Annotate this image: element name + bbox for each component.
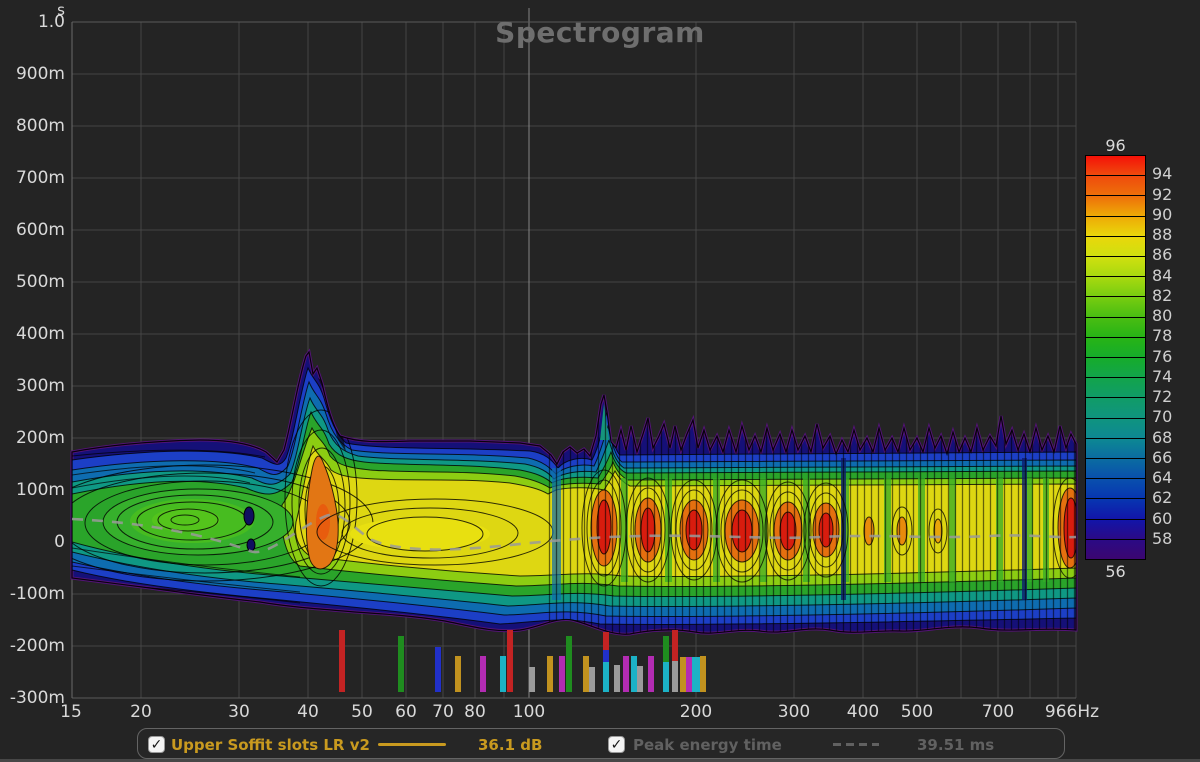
legend-1-swatch [378,729,446,760]
colorbar-segment [1086,297,1145,317]
colorbar-segment [1086,479,1145,499]
x-tick-20: 20 [130,703,152,721]
legend-1-value: 36.1 dB [478,736,542,754]
colorbar-label-70: 70 [1152,408,1172,426]
colorbar-label-58: 58 [1152,530,1172,548]
dashed-line-swatch-icon [833,743,879,747]
colorbar-label-68: 68 [1152,429,1172,447]
page-title: Spectrogram [0,16,1200,49]
colorbar-label-72: 72 [1152,388,1172,406]
y-tick-0: 0 [0,533,65,551]
colorbar-label-64: 64 [1152,469,1172,487]
x-tick-40: 40 [297,703,319,721]
colorbar-segment [1086,176,1145,196]
x-tick-200: 200 [680,703,712,721]
colorbar-label-62: 62 [1152,489,1172,507]
colorbar-segment [1086,318,1145,338]
legend-2-value-wrap: 39.51 ms [917,729,994,760]
colorbar-segment [1086,398,1145,418]
colorbar-segment [1086,378,1145,398]
legend-2-value: 39.51 ms [917,736,994,754]
y-axis: 1.0 900m 800m 700m 600m 500m 400m 300m 200m 100m 0… [0,0,65,762]
colorbar-label-60: 60 [1152,510,1172,528]
x-tick-966Hz: 966Hz [1045,703,1099,721]
legend-bar: ✓ Upper Soffit slots LR v2 36.1 dB ✓ Pea… [137,728,1065,759]
x-tick-500: 500 [901,703,933,721]
y-tick--200m: -200m [0,637,65,655]
colorbar-max-label: 96 [1085,136,1146,155]
x-tick-400: 400 [847,703,879,721]
checkbox-checked-icon[interactable]: ✓ [608,736,625,753]
y-tick-500m: 500m [0,273,65,291]
legend-2-swatch [833,729,879,760]
legend-1-value-wrap: 36.1 dB [478,729,542,760]
x-tick-30: 30 [228,703,250,721]
colorbar-label-76: 76 [1152,348,1172,366]
checkbox-checked-icon[interactable]: ✓ [148,736,165,753]
legend-1-label: Upper Soffit slots LR v2 [171,736,370,754]
y-tick-1.0: 1.0 [0,13,65,31]
x-tick-300: 300 [778,703,810,721]
colorbar-label-86: 86 [1152,246,1172,264]
colorbar-segment [1086,156,1145,176]
colorbar-segment [1086,257,1145,277]
spectrogram-plot[interactable] [0,0,1200,762]
y-tick-600m: 600m [0,221,65,239]
colorbar-segment [1086,540,1145,559]
colorbar-segment [1086,520,1145,540]
colorbar-label-92: 92 [1152,186,1172,204]
y-tick-200m: 200m [0,429,65,447]
legend-2[interactable]: Peak energy time [633,729,782,760]
colorbar-label-94: 94 [1152,165,1172,183]
colorbar-label-66: 66 [1152,449,1172,467]
colorbar-scale-labels: 94 92 90 88 86 84 82 80 78 76 74 72 70 68 66 64 62 60 58 [1152,155,1192,560]
colorbar-segment [1086,217,1145,237]
colorbar-segment [1086,419,1145,439]
colorbar-label-82: 82 [1152,287,1172,305]
x-tick-700: 700 [982,703,1014,721]
legend-2-label: Peak energy time [633,736,782,754]
legend-1-checkbox[interactable]: ✓ [148,729,165,760]
x-tick-70: 70 [432,703,454,721]
colorbar-segment [1086,439,1145,459]
colorbar-segment [1086,459,1145,479]
legend-2-checkbox[interactable]: ✓ [608,729,625,760]
colorbar-label-88: 88 [1152,226,1172,244]
y-tick-700m: 700m [0,169,65,187]
colorbar-min-label: 56 [1085,562,1146,581]
colorbar-segment [1086,277,1145,297]
x-tick-15: 15 [60,703,82,721]
colorbar-label-84: 84 [1152,267,1172,285]
y-tick-100m: 100m [0,481,65,499]
y-tick-300m: 300m [0,377,65,395]
colorbar-segment [1086,358,1145,378]
y-tick-900m: 900m [0,65,65,83]
x-tick-60: 60 [395,703,417,721]
contour-plot [37,352,1087,646]
legend-1[interactable]: Upper Soffit slots LR v2 [171,729,370,760]
colorbar-segment [1086,196,1145,216]
y-tick--100m: -100m [0,585,65,603]
colorbar-label-90: 90 [1152,206,1172,224]
colorbar [1085,155,1146,560]
x-tick-100: 100 [513,703,545,721]
x-tick-80: 80 [464,703,486,721]
colorbar-segment [1086,237,1145,257]
x-axis: 15 20 30 40 50 60 70 80 100 200 300 400 500 700 966Hz [0,703,1200,723]
x-tick-50: 50 [351,703,373,721]
y-tick-400m: 400m [0,325,65,343]
y-tick-800m: 800m [0,117,65,135]
colorbar-label-80: 80 [1152,307,1172,325]
colorbar-label-78: 78 [1152,327,1172,345]
line-swatch-icon [378,743,446,747]
colorbar-segment [1086,338,1145,358]
colorbar-label-74: 74 [1152,368,1172,386]
colorbar-segment [1086,499,1145,519]
